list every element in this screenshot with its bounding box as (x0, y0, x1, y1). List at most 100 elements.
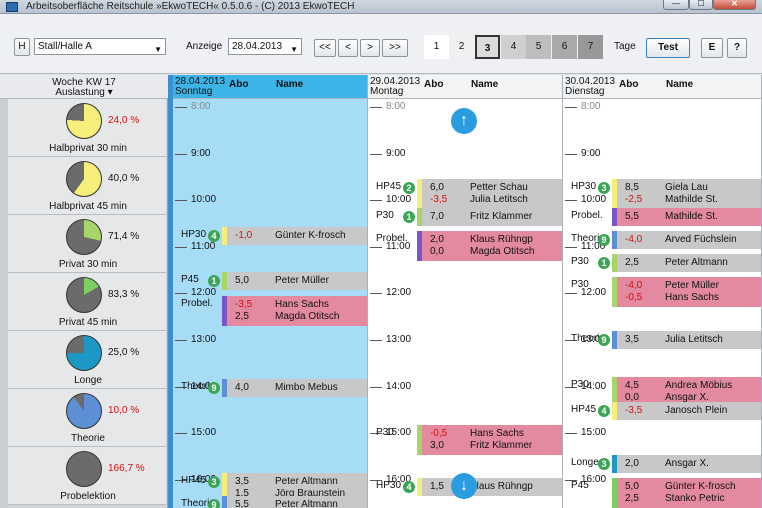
e-button[interactable]: E (701, 38, 723, 58)
lesson-block[interactable]: Probel. 2,0 Klaus Rühngp 0,0 Magda Otitsch (368, 231, 562, 261)
lesson-count-badge: 3 (598, 458, 610, 470)
nav-last-button[interactable]: >> (382, 39, 408, 57)
lesson-abo: -2,5 (625, 194, 643, 205)
lesson-block[interactable]: P30 1 2,5 Peter Altmann (563, 254, 761, 272)
stat-label: Halbprivat 30 min (49, 143, 127, 154)
lesson-student: Fritz Klammer (470, 440, 533, 451)
hour-label: 8:00 (386, 101, 406, 112)
lesson-student: Mathilde St. (665, 194, 718, 205)
day-header[interactable]: 28.04.2013 Sonntag Abo Name (173, 75, 367, 99)
help-button[interactable]: ? (727, 38, 747, 58)
lesson-type: HP30 (376, 480, 402, 491)
lesson-type: P30 (376, 427, 394, 438)
day-date: 30.04.2013 Dienstag (565, 77, 615, 97)
lesson-block[interactable]: Probel. -3,5 Hans Sachs 2,5 Magda Otitsch (173, 296, 367, 326)
pie-chart (66, 335, 102, 371)
lesson-abo: 6,0 (430, 182, 444, 193)
lesson-block[interactable]: P30 -0,5 Hans Sachs 3,0 Fritz Klammer (368, 425, 562, 455)
nav-next-button[interactable]: > (360, 39, 380, 57)
lesson-color-bar (612, 478, 617, 508)
days-4-button[interactable]: 4 (501, 35, 526, 59)
lesson-count-badge: 3 (208, 476, 220, 488)
lesson-student: Günter K-frosch (275, 230, 346, 241)
days-6-button[interactable]: 6 (552, 35, 577, 59)
day-date: 28.04.2013 Sonntag (175, 77, 225, 97)
lesson-abo: -4,0 (625, 234, 643, 245)
hour-label: 9:00 (386, 148, 406, 159)
day-column[interactable]: 28.04.2013 Sonntag Abo Name 8:00 9:00 10:00 11:… (173, 75, 368, 508)
lesson-count-badge: 4 (403, 481, 415, 493)
lesson-block[interactable]: Probel. 5,5 Mathilde St. (563, 208, 761, 226)
stat-label: Probelektion (60, 491, 116, 502)
abo-header: Abo (229, 79, 249, 90)
pie-chart (66, 103, 102, 139)
mode-dropdown[interactable]: Auslastung ▾ (0, 87, 168, 98)
test-button[interactable]: Test (646, 38, 690, 58)
lesson-count-badge: 9 (208, 499, 220, 508)
lesson-student: Julia Letitsch (665, 334, 723, 345)
lesson-color-bar (612, 331, 617, 349)
lesson-type: HP45 (181, 475, 207, 486)
lesson-block[interactable]: Theorie 9 4,0 Mimbo Mebus (173, 379, 367, 397)
lesson-block[interactable]: Longe 3 2,0 Ansgar X. (563, 455, 761, 473)
lesson-type: Probel. (376, 233, 408, 244)
lesson-block[interactable]: P30 1 7,0 Fritz Klammer (368, 208, 562, 226)
lesson-abo: 5,5 (235, 499, 249, 508)
lesson-type: P30 (376, 210, 394, 221)
lesson-student: Peter Altmann (665, 257, 728, 268)
h-button[interactable]: H (14, 38, 30, 56)
lesson-count-badge: 3 (598, 182, 610, 194)
day-column[interactable]: 30.04.2013 Dienstag Abo Name 8:00 9:00 10:00 11… (563, 75, 762, 508)
days-5-button[interactable]: 5 (526, 35, 551, 59)
days-7-button[interactable]: 7 (578, 35, 603, 59)
lesson-color-bar (222, 227, 227, 245)
lesson-student: Peter Müller (665, 280, 719, 291)
lesson-block[interactable]: HP45 2 6,0 Petter Schau -3,5 Julia Letitsch (368, 179, 562, 209)
hour-label: 13:00 (386, 334, 412, 345)
maximize-button[interactable]: ☐ (689, 0, 713, 10)
days-3-button[interactable]: 3 (475, 35, 500, 59)
lesson-color-bar (612, 455, 617, 473)
nav-first-button[interactable]: << (314, 39, 336, 57)
lesson-student: Andrea Möbius (665, 380, 733, 391)
lesson-block[interactable]: Theorie 9 -4,0 Arved Füchslein (563, 231, 761, 249)
lesson-count-badge: 4 (208, 230, 220, 242)
lesson-abo: -3,5 (625, 405, 643, 416)
lesson-abo: 7,0 (430, 211, 444, 222)
scroll-down-icon[interactable]: ↓ (451, 473, 477, 499)
lesson-block[interactable]: HP30 4 -1,0 Günter K-frosch (173, 227, 367, 245)
lesson-abo: 1,5 (430, 481, 444, 492)
stall-select[interactable]: Stall/Halle A ▼ (34, 38, 166, 55)
lesson-block[interactable]: HP45 4 -3,5 Janosch Plein (563, 402, 761, 420)
day-column[interactable]: 29.04.2013 Montag Abo Name 8:00 9:00 10:00 11:0… (368, 75, 563, 508)
hour-tick (565, 107, 577, 108)
days-2-button[interactable]: 2 (449, 35, 474, 59)
close-button[interactable]: ✕ (713, 0, 756, 10)
pie-chart (66, 451, 102, 487)
lesson-block[interactable]: P45 1 5,0 Peter Müller (173, 272, 367, 290)
day-header[interactable]: 29.04.2013 Montag Abo Name (368, 75, 562, 99)
day-header[interactable]: 30.04.2013 Dienstag Abo Name (563, 75, 761, 99)
pie-chart (66, 277, 102, 313)
hour-label: 8:00 (581, 101, 601, 112)
nav-prev-button[interactable]: < (338, 39, 358, 57)
chevron-down-icon: ▼ (290, 45, 298, 54)
days-1-button[interactable]: 1 (424, 35, 449, 59)
minimize-button[interactable]: — (663, 0, 689, 10)
lesson-abo: 2,5 (235, 311, 249, 322)
week-header[interactable]: Woche KW 17 Auslastung ▾ (0, 75, 168, 99)
lesson-type: P30 (571, 279, 589, 290)
lesson-abo: -0,5 (625, 292, 643, 303)
lesson-block[interactable]: Theorie 9 5,5 Peter Altmann (173, 496, 367, 508)
stat-percent: 10,0 % (108, 405, 140, 416)
lesson-block[interactable]: HP30 3 8,5 Giela Lau -2,5 Mathilde St. (563, 179, 761, 209)
date-select[interactable]: 28.04.2013 ▼ (228, 38, 302, 55)
scroll-up-icon[interactable]: ↑ (451, 108, 477, 134)
lesson-block[interactable]: P30 -4,0 Peter Müller -0,5 Hans Sachs (563, 277, 761, 307)
lesson-block[interactable]: P45 5,0 Günter K-frosch 2,5 Stanko Petric (563, 478, 761, 508)
lesson-student: Stanko Petric (665, 493, 725, 504)
lesson-student: Günter K-frosch (665, 481, 736, 492)
hour-label: 15:00 (581, 427, 607, 438)
chevron-down-icon: ▼ (154, 45, 162, 54)
lesson-block[interactable]: Theorie 9 3,5 Julia Letitsch (563, 331, 761, 349)
